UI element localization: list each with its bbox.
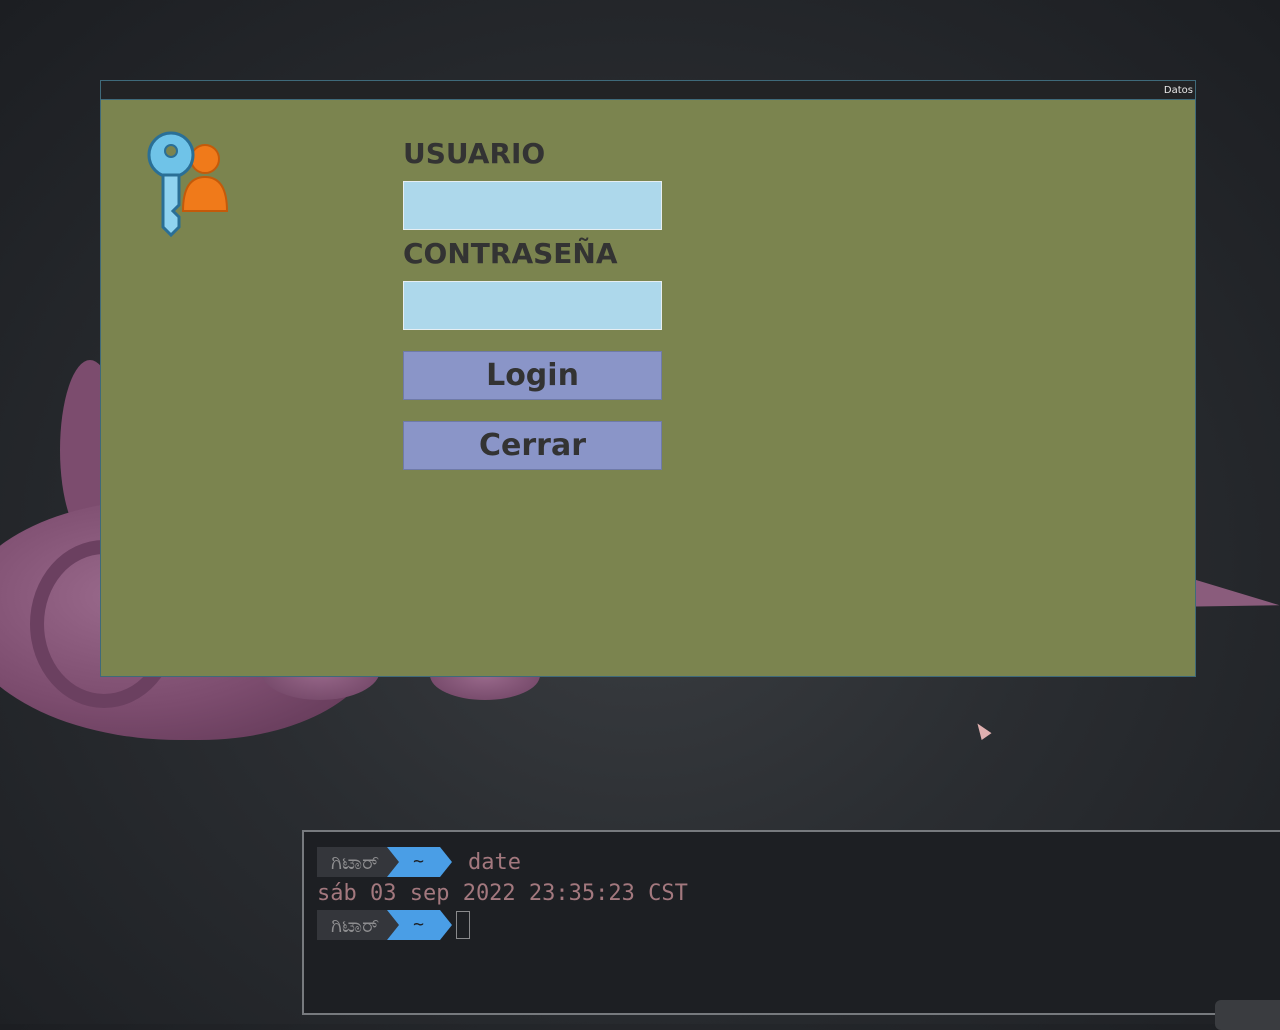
key-user-icon xyxy=(143,131,233,241)
cerrar-button[interactable]: Cerrar xyxy=(403,421,662,470)
terminal-command: date xyxy=(468,849,521,875)
login-button[interactable]: Login xyxy=(403,351,662,400)
terminal-cursor[interactable] xyxy=(456,911,471,939)
usuario-input[interactable] xyxy=(403,181,662,230)
prompt-dir: ~ xyxy=(387,910,452,940)
wallpaper-shape xyxy=(1188,578,1280,620)
window-title: Datos xyxy=(1163,84,1193,96)
usuario-label: USUARIO xyxy=(403,137,546,170)
terminal-output: sáb 03 sep 2022 23:35:23 CST xyxy=(317,881,688,906)
prompt-dir: ~ xyxy=(387,847,452,877)
prompt-user: ಗಿಟಾರ್ xyxy=(317,847,388,877)
panel-corner xyxy=(1215,1000,1280,1030)
contrasena-input[interactable] xyxy=(403,281,662,330)
login-window: Datos USUARIO CONTRASEÑA Login Cerrar xyxy=(100,80,1196,677)
mouse-pointer-icon xyxy=(972,720,992,740)
terminal-window[interactable]: ಗಿಟಾರ್ ~ date sáb 03 sep 2022 23:35:23 C… xyxy=(302,830,1280,1015)
contrasena-label: CONTRASEÑA xyxy=(403,237,618,270)
window-titlebar[interactable]: Datos xyxy=(101,81,1195,100)
prompt-user: ಗಿಟಾರ್ xyxy=(317,910,388,940)
terminal-prompt: ಗಿಟಾರ್ ~ xyxy=(317,909,1280,941)
terminal-prompt: ಗಿಟಾರ್ ~ date xyxy=(317,846,1280,878)
